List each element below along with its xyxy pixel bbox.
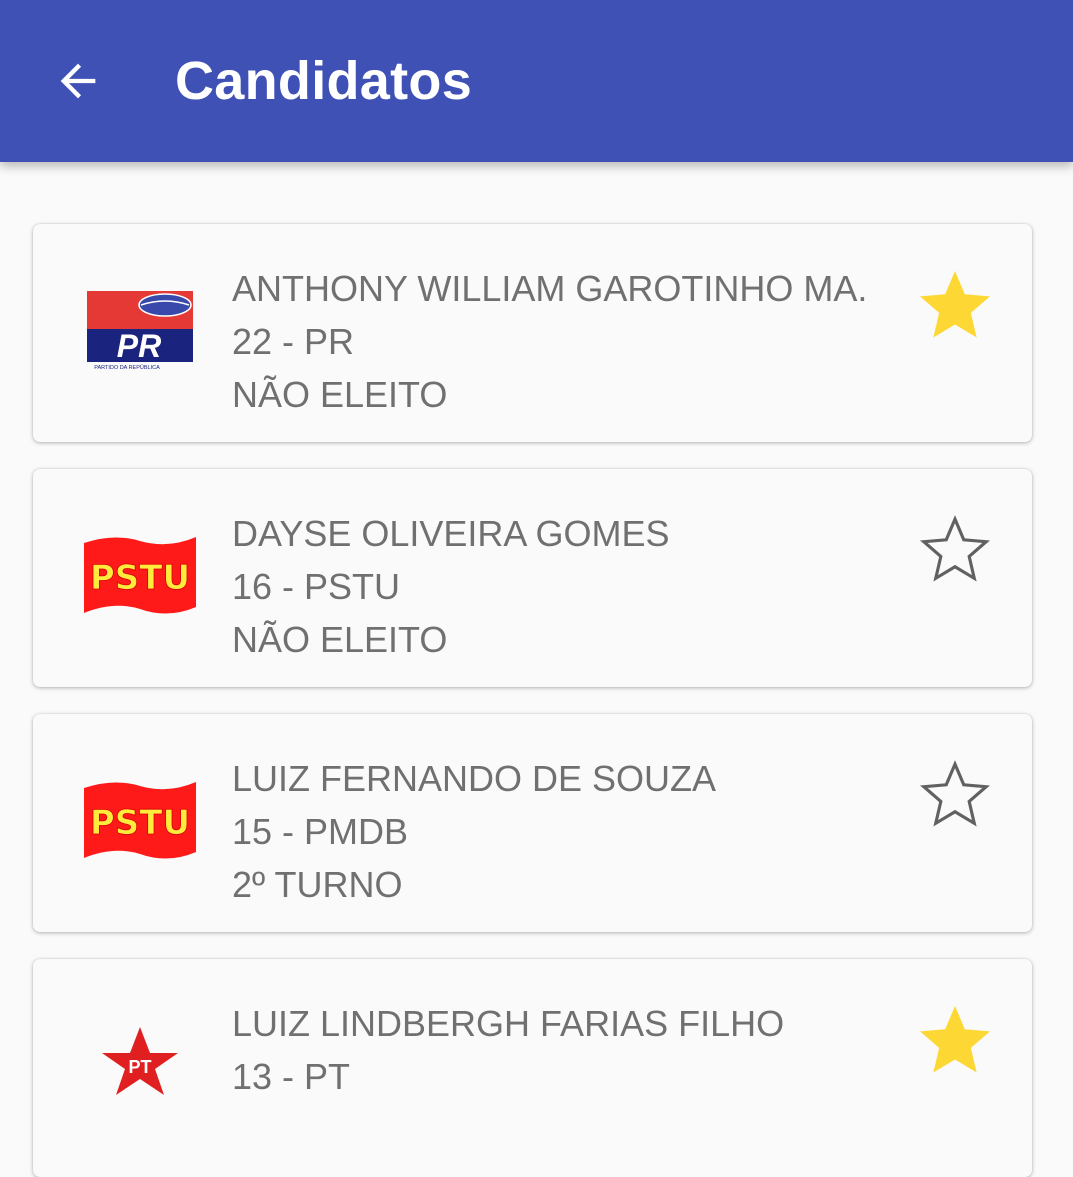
party-logo-pr: PR PARTIDO DA REPÚBLICA [80, 286, 200, 376]
svg-text:PSTU: PSTU [90, 803, 190, 843]
candidate-info: LUIZ FERNANDO DE SOUZA 15 - PMDB 2º TURN… [232, 752, 716, 911]
candidate-name: ANTHONY WILLIAM GAROTINHO MA. [232, 268, 868, 309]
page-title: Candidatos [175, 51, 473, 111]
party-logo-pt: PT [80, 1009, 200, 1099]
candidate-status: NÃO ELEITO [232, 374, 448, 415]
app-bar: Candidatos [0, 0, 1073, 162]
candidate-card[interactable]: PR PARTIDO DA REPÚBLICA ANTHONY WILLIAM … [33, 224, 1032, 442]
candidate-status: 2º TURNO [232, 864, 403, 905]
party-logo-pstu: PSTU [80, 776, 200, 866]
svg-text:PT: PT [128, 1057, 151, 1077]
party-logo-pstu: PSTU [80, 531, 200, 621]
candidate-number-party: 15 - PMDB [232, 811, 409, 852]
candidate-card[interactable]: PSTU DAYSE OLIVEIRA GOMES 16 - PSTU NÃO … [33, 469, 1032, 687]
favorite-star-outline-icon[interactable] [913, 509, 997, 593]
candidate-name: LUIZ LINDBERGH FARIAS FILHO [232, 1003, 785, 1044]
candidate-info: DAYSE OLIVEIRA GOMES 16 - PSTU NÃO ELEIT… [232, 507, 669, 666]
candidate-info: LUIZ LINDBERGH FARIAS FILHO 13 - PT [232, 997, 784, 1103]
arrow-back-icon [60, 63, 96, 99]
candidate-number-party: 13 - PT [232, 1056, 351, 1097]
candidate-name: DAYSE OLIVEIRA GOMES [232, 513, 670, 554]
svg-text:PSTU: PSTU [90, 558, 190, 598]
candidate-card[interactable]: PT LUIZ LINDBERGH FARIAS FILHO 13 - PT [33, 959, 1032, 1177]
back-button[interactable] [40, 43, 116, 119]
candidate-number-party: 16 - PSTU [232, 566, 401, 607]
candidate-status: NÃO ELEITO [232, 619, 448, 660]
candidate-info: ANTHONY WILLIAM GAROTINHO MA. 22 - PR NÃ… [232, 262, 867, 421]
favorite-star-filled-icon[interactable] [913, 264, 997, 348]
svg-text:PR: PR [117, 328, 161, 364]
candidate-number-party: 22 - PR [232, 321, 355, 362]
candidate-card[interactable]: PSTU LUIZ FERNANDO DE SOUZA 15 - PMDB 2º… [33, 714, 1032, 932]
favorite-star-filled-icon[interactable] [913, 999, 997, 1083]
svg-text:PARTIDO DA REPÚBLICA: PARTIDO DA REPÚBLICA [94, 364, 160, 371]
favorite-star-outline-icon[interactable] [913, 754, 997, 838]
candidate-name: LUIZ FERNANDO DE SOUZA [232, 758, 717, 799]
